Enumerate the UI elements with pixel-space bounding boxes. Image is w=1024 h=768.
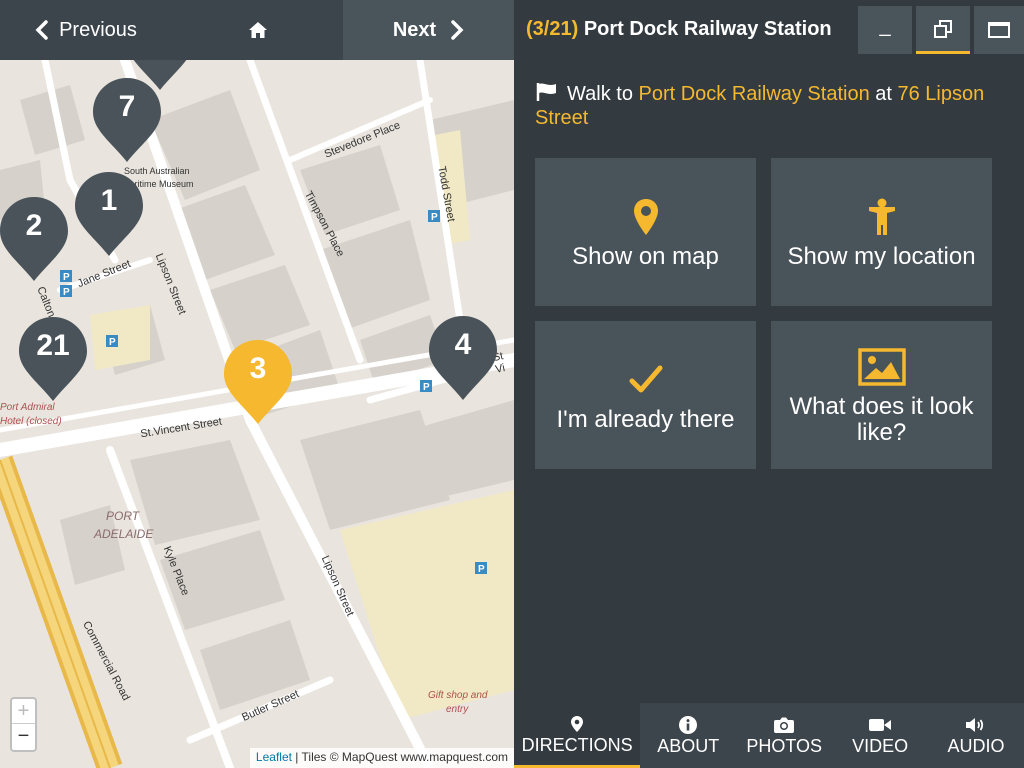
map-pin-icon xyxy=(571,715,584,732)
home-button[interactable] xyxy=(172,0,343,60)
tab-video-label: VIDEO xyxy=(852,736,909,756)
place-label-admiral-1: Port Admiral xyxy=(0,402,55,413)
stop-counter: (3/21) xyxy=(526,18,579,40)
panel-title: (3/21) Port Dock Railway Station xyxy=(526,18,832,41)
image-icon xyxy=(857,348,906,386)
app-root: Previous Next P P P P P P Stevedore Plac… xyxy=(0,0,1024,768)
person-icon xyxy=(868,198,895,235)
map-marker-2[interactable]: 2 xyxy=(0,195,70,283)
show-my-location-label: Show my location xyxy=(787,243,976,270)
marker-number: 3 xyxy=(249,352,267,385)
flag-icon xyxy=(536,83,556,101)
place-label-gift-2: entry xyxy=(446,704,469,715)
speaker-icon xyxy=(966,718,984,732)
place-label-adelaide: ADELAIDE xyxy=(94,527,154,541)
marker-number: 7 xyxy=(118,90,136,123)
tab-about-label: ABOUT xyxy=(657,736,720,756)
show-my-location-button[interactable]: Show my location xyxy=(771,158,992,306)
maximize-button[interactable] xyxy=(974,6,1024,54)
checkmark-icon xyxy=(629,365,662,393)
place-label-port: PORT xyxy=(106,509,140,523)
tab-photos[interactable]: PHOTOS xyxy=(736,703,832,768)
place-label-gift-1: Gift shop and xyxy=(428,690,488,701)
top-nav: Previous Next xyxy=(0,0,514,60)
chevron-left-icon xyxy=(35,20,48,40)
tab-video[interactable]: VIDEO xyxy=(832,703,928,768)
tab-photos-label: PHOTOS xyxy=(746,736,823,756)
svg-text:P: P xyxy=(63,287,70,298)
restore-icon xyxy=(934,19,952,38)
next-label: Next xyxy=(392,18,437,41)
map-marker-partial[interactable] xyxy=(124,60,196,92)
attribution-text: | Tiles © MapQuest www.mapquest.com xyxy=(291,750,508,764)
previous-label: Previous xyxy=(59,18,137,41)
next-button[interactable]: Next xyxy=(343,0,514,60)
bottom-tab-bar: DIRECTIONS ABOUT PHOTOS VIDEO AUDIO xyxy=(514,703,1024,768)
map-pin-icon xyxy=(633,199,658,235)
walk-prefix: Walk to xyxy=(567,83,639,105)
map-marker-3[interactable]: 3 xyxy=(222,338,294,426)
leaflet-link[interactable]: Leaflet xyxy=(256,750,292,764)
show-on-map-button[interactable]: Show on map xyxy=(535,158,756,306)
tab-audio-label: AUDIO xyxy=(947,736,1005,756)
already-there-button[interactable]: I'm already there xyxy=(535,321,756,469)
walk-mid: at xyxy=(869,83,898,105)
stop-title: Port Dock Railway Station xyxy=(583,18,832,40)
svg-text:P: P xyxy=(109,337,116,348)
marker-number: 4 xyxy=(454,328,472,361)
restore-button[interactable] xyxy=(916,6,970,54)
marker-number: 21 xyxy=(36,329,70,362)
marker-number: 2 xyxy=(25,209,43,242)
already-there-label: I'm already there xyxy=(556,406,735,433)
map-marker-4[interactable]: 4 xyxy=(427,314,499,402)
video-camera-icon xyxy=(869,719,892,731)
walk-place: Port Dock Railway Station xyxy=(638,83,870,105)
map-view[interactable]: P P P P P P Stevedore Place Todd Street … xyxy=(0,60,514,768)
tab-about[interactable]: ABOUT xyxy=(640,703,736,768)
panel-header: (3/21) Port Dock Railway Station _ xyxy=(514,0,1024,60)
previous-button[interactable]: Previous xyxy=(0,0,172,60)
zoom-control: + − xyxy=(10,697,37,752)
marker-pin-icon xyxy=(133,60,187,90)
detail-panel: (3/21) Port Dock Railway Station _ Walk … xyxy=(514,0,1024,768)
walk-directions: Walk to Port Dock Railway Station at 76 … xyxy=(535,82,995,130)
camera-icon xyxy=(774,717,795,733)
chevron-right-icon xyxy=(451,20,464,40)
tab-directions-label: DIRECTIONS xyxy=(521,734,633,755)
minimize-button[interactable]: _ xyxy=(858,6,912,54)
svg-text:P: P xyxy=(431,212,438,223)
tab-audio[interactable]: AUDIO xyxy=(928,703,1024,768)
place-label-admiral-2: Hotel (closed) xyxy=(0,416,62,427)
info-icon xyxy=(679,716,698,734)
show-on-map-label: Show on map xyxy=(572,243,719,270)
map-attribution: Leaflet | Tiles © MapQuest www.mapquest.… xyxy=(249,748,514,768)
home-icon xyxy=(248,22,267,38)
what-does-it-look-like-label: What does it look like? xyxy=(789,393,974,446)
zoom-in-button[interactable]: + xyxy=(12,699,35,724)
what-does-it-look-like-button[interactable]: What does it look like? xyxy=(771,321,992,469)
map-marker-21[interactable]: 21 xyxy=(17,315,89,403)
svg-text:P: P xyxy=(478,564,485,575)
map-marker-1[interactable]: 1 xyxy=(73,170,145,258)
zoom-out-button[interactable]: − xyxy=(12,724,35,749)
maximize-icon xyxy=(988,22,1010,38)
minimize-icon: _ xyxy=(879,14,891,37)
marker-number: 1 xyxy=(100,184,118,217)
tab-directions[interactable]: DIRECTIONS xyxy=(514,703,641,768)
